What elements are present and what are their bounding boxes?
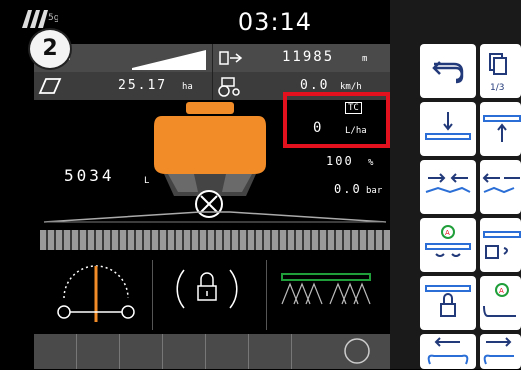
speed-value: 0.0 [300, 78, 330, 93]
boom-lock-button[interactable] [420, 276, 476, 330]
nozzle-sections-icon [276, 272, 376, 312]
axle-steer-right-button[interactable] [480, 334, 521, 369]
fill-level-wedge [132, 48, 208, 74]
page-indicator: 1/3 [490, 83, 504, 93]
speed-unit: km/h [340, 82, 362, 92]
gauge-divider [266, 260, 267, 330]
info-row-1: 11985 m [34, 44, 390, 72]
boom-lock-icon [172, 264, 242, 318]
row-divider [212, 44, 213, 72]
work-counter-value: 11985 [282, 49, 335, 65]
record-button[interactable] [342, 336, 372, 370]
boom-lower-button[interactable] [420, 102, 476, 156]
svg-text:A: A [445, 229, 450, 237]
back-button[interactable] [420, 44, 476, 98]
boom-line [40, 206, 390, 230]
screen-number-badge: 2 [28, 28, 72, 70]
boom-tilt-gauge-icon [54, 262, 138, 334]
rate-percent-unit: % [368, 158, 374, 168]
area-unit: ha [182, 82, 193, 92]
page-switch-button[interactable]: 1/3 [480, 44, 521, 98]
pressure-value: 0.0 [334, 182, 362, 196]
boom-fold-out-button[interactable] [480, 160, 521, 214]
tractor-speed-icon [216, 74, 242, 102]
pressure-unit: bar [366, 186, 383, 196]
boom-auto-guidance-button[interactable]: A [420, 218, 476, 272]
strip-dividers [34, 334, 334, 369]
tank-volume-unit: L [144, 176, 150, 186]
gauge-divider [152, 260, 153, 330]
work-counter-icon [218, 48, 244, 72]
axle-steer-left-button[interactable] [420, 334, 476, 369]
boom-sections-bar [40, 230, 390, 250]
application-rate-box[interactable]: TC 0 L/ha [283, 92, 390, 148]
work-counter-unit: m [362, 54, 368, 64]
rate-percent-value: 100 [326, 154, 354, 168]
boom-fold-in-button[interactable] [420, 160, 476, 214]
axle-steer-auto-button[interactable]: A [480, 276, 521, 330]
application-rate-unit: L/ha [345, 126, 367, 136]
svg-text:A: A [499, 287, 504, 295]
boom-raise-button[interactable] [480, 102, 521, 156]
application-rate-value: 0 [313, 120, 322, 136]
area-value: 25.17 [118, 78, 168, 93]
tc-label: TC [345, 102, 362, 114]
tank-volume-value: 5034 [64, 166, 115, 185]
clock: 03:14 [237, 8, 313, 36]
row-divider [212, 72, 213, 100]
svg-text:5g: 5g [48, 13, 58, 23]
boom-float-button[interactable] [480, 218, 521, 272]
area-icon [38, 77, 62, 99]
